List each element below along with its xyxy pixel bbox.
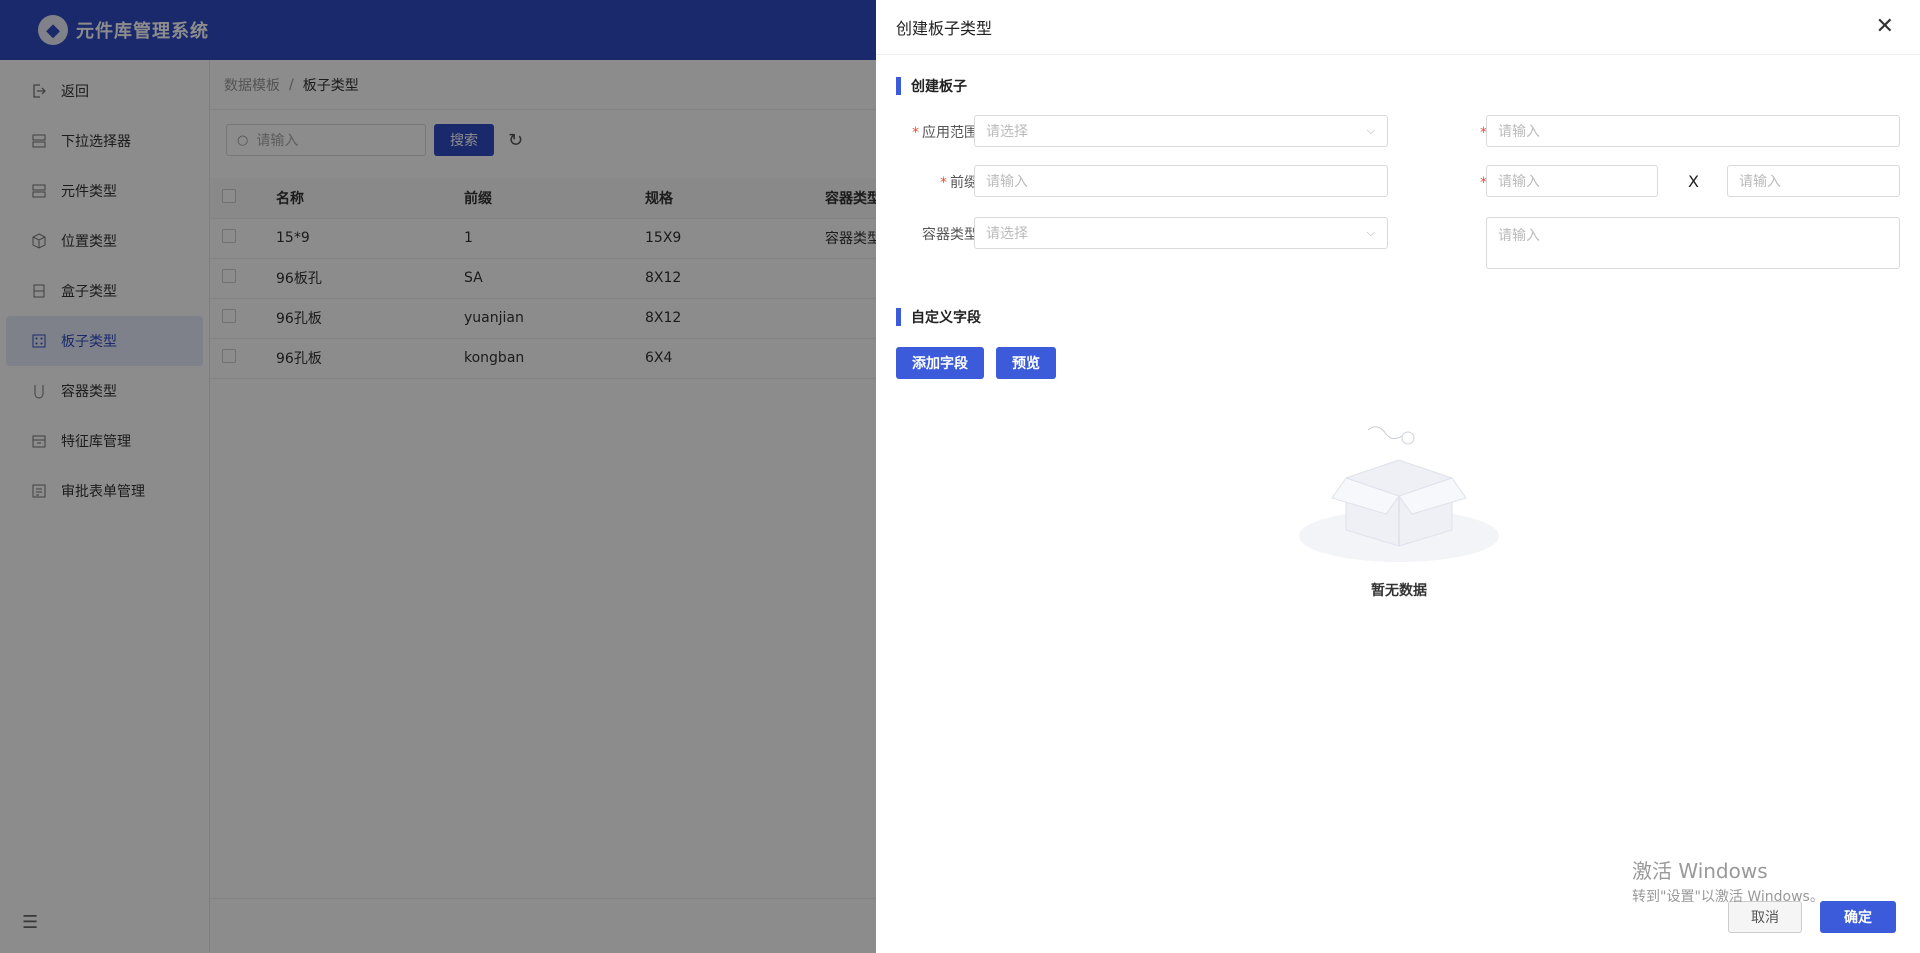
spec-rows-input[interactable]: 请输入 bbox=[1486, 165, 1658, 197]
name-input[interactable]: 请输入 bbox=[1486, 115, 1900, 147]
container-type-label: 容器类型 bbox=[922, 227, 978, 243]
section-create-board: 创建板子 bbox=[896, 76, 967, 96]
prefix-input[interactable]: 请输入 bbox=[974, 165, 1388, 197]
section-marker bbox=[896, 308, 901, 326]
chevron-down-icon: ⌵ bbox=[1366, 124, 1375, 137]
empty-state: 暂无数据 bbox=[1296, 408, 1502, 600]
spec-cols-input[interactable]: 请输入 bbox=[1727, 165, 1900, 197]
close-icon[interactable]: ✕ bbox=[1876, 16, 1894, 38]
container-type-select[interactable]: 请选择 ⌵ bbox=[974, 217, 1388, 249]
section-title: 创建板子 bbox=[911, 79, 967, 95]
confirm-button[interactable]: 确定 bbox=[1820, 901, 1896, 933]
scope-select[interactable]: 请选择 ⌵ bbox=[974, 115, 1388, 147]
section-title: 自定义字段 bbox=[911, 310, 981, 326]
section-marker bbox=[896, 77, 901, 95]
scope-label: * 应用范围 bbox=[912, 125, 978, 141]
watermark-line1: 激活 Windows bbox=[1632, 859, 1768, 883]
empty-text: 暂无数据 bbox=[1371, 583, 1427, 599]
prefix-label: * 前缀 bbox=[940, 175, 978, 191]
drawer-title: 创建板子类型 bbox=[896, 19, 993, 38]
preview-button[interactable]: 预览 bbox=[996, 347, 1056, 379]
drawer-header: 创建板子类型 ✕ bbox=[876, 0, 1920, 55]
empty-box-icon bbox=[1299, 426, 1499, 562]
section-custom-fields: 自定义字段 bbox=[896, 307, 981, 327]
watermark-line2: 转到"设置"以激活 Windows。 bbox=[1632, 889, 1824, 905]
spec-separator: X bbox=[1688, 172, 1699, 191]
add-field-button[interactable]: 添加字段 bbox=[896, 347, 984, 379]
windows-activation-watermark: 激活 Windows 转到"设置"以激活 Windows。 bbox=[1632, 855, 1824, 906]
description-textarea[interactable]: 请输入 bbox=[1486, 217, 1900, 269]
chevron-down-icon: ⌵ bbox=[1366, 226, 1375, 239]
